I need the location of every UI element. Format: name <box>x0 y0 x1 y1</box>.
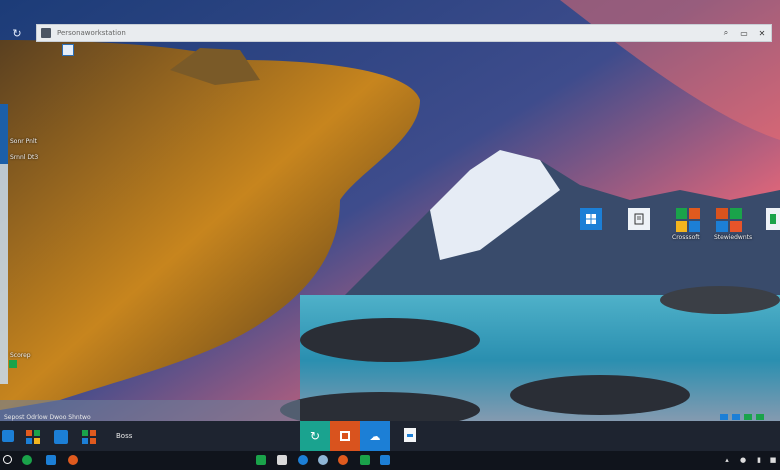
windows-store-icon[interactable] <box>580 208 602 230</box>
window-icon <box>41 28 51 38</box>
edge-icon[interactable] <box>318 455 328 465</box>
office-icon[interactable] <box>676 208 700 232</box>
mail-icon[interactable] <box>46 455 56 465</box>
side-label-2: Srnnl Dt3 <box>10 154 39 161</box>
office-icon[interactable] <box>26 430 40 444</box>
power-icon[interactable] <box>3 455 12 464</box>
side-badge-icon <box>9 360 17 368</box>
tray-mini-icons <box>720 414 776 420</box>
start-tile-icon[interactable] <box>2 430 14 442</box>
office-suite-icon[interactable] <box>716 208 742 232</box>
refresh-cloud-icon[interactable]: ↻ <box>300 421 330 451</box>
files-icon[interactable] <box>277 455 287 465</box>
office-app-icon[interactable] <box>330 421 360 451</box>
side-label-3: Scorep <box>10 352 31 359</box>
network-icon[interactable]: ▮ <box>754 456 764 465</box>
side-panel-accent <box>0 104 8 164</box>
excel-icon[interactable] <box>256 455 266 465</box>
tile-caption-office-suite: Stewiedwnts <box>714 234 753 241</box>
search-bar[interactable]: Personaworkstation ⌕ ▭ ✕ <box>36 24 772 42</box>
chat-icon[interactable] <box>22 455 32 465</box>
minimize-icon[interactable]: ▭ <box>735 29 753 38</box>
document-icon[interactable] <box>404 428 416 442</box>
tray-mini-icon-2 <box>732 414 740 420</box>
browser-icon[interactable] <box>68 455 78 465</box>
close-icon[interactable]: ✕ <box>753 29 771 38</box>
taskbar-window-label: Boss <box>116 432 133 440</box>
skype-icon[interactable] <box>298 455 308 465</box>
desktop-wallpaper <box>0 0 780 470</box>
tray-mini-icon-1 <box>720 414 728 420</box>
green-app-icon[interactable] <box>360 455 370 465</box>
chrome-icon[interactable] <box>338 455 348 465</box>
tile-caption-office: Crosssoft <box>672 234 700 241</box>
side-label-1: Sonr Pnlt <box>10 138 37 145</box>
taskbar-status-text: Sepost Odrlow Dwoo Shntwo <box>4 414 91 421</box>
word-icon[interactable] <box>380 455 390 465</box>
onedrive-icon[interactable]: ☁ <box>360 421 390 451</box>
store-icon[interactable] <box>54 430 68 444</box>
speaker-icon[interactable]: ● <box>738 456 748 465</box>
battery-icon[interactable]: ■ <box>768 456 778 465</box>
chevron-up-icon[interactable]: ▴ <box>722 456 732 465</box>
tray-mini-icon-3 <box>744 414 752 420</box>
pinned-site-icon[interactable] <box>62 44 74 56</box>
search-input[interactable]: Personaworkstation <box>57 29 717 37</box>
spreadsheet-icon[interactable] <box>766 208 780 230</box>
notepad-icon[interactable] <box>628 208 650 230</box>
refresh-icon[interactable]: ↻ <box>10 27 24 41</box>
tray-mini-icon-4 <box>756 414 764 420</box>
search-icon[interactable]: ⌕ <box>717 28 735 38</box>
apps-icon[interactable] <box>82 430 96 444</box>
taskbar <box>0 451 780 470</box>
